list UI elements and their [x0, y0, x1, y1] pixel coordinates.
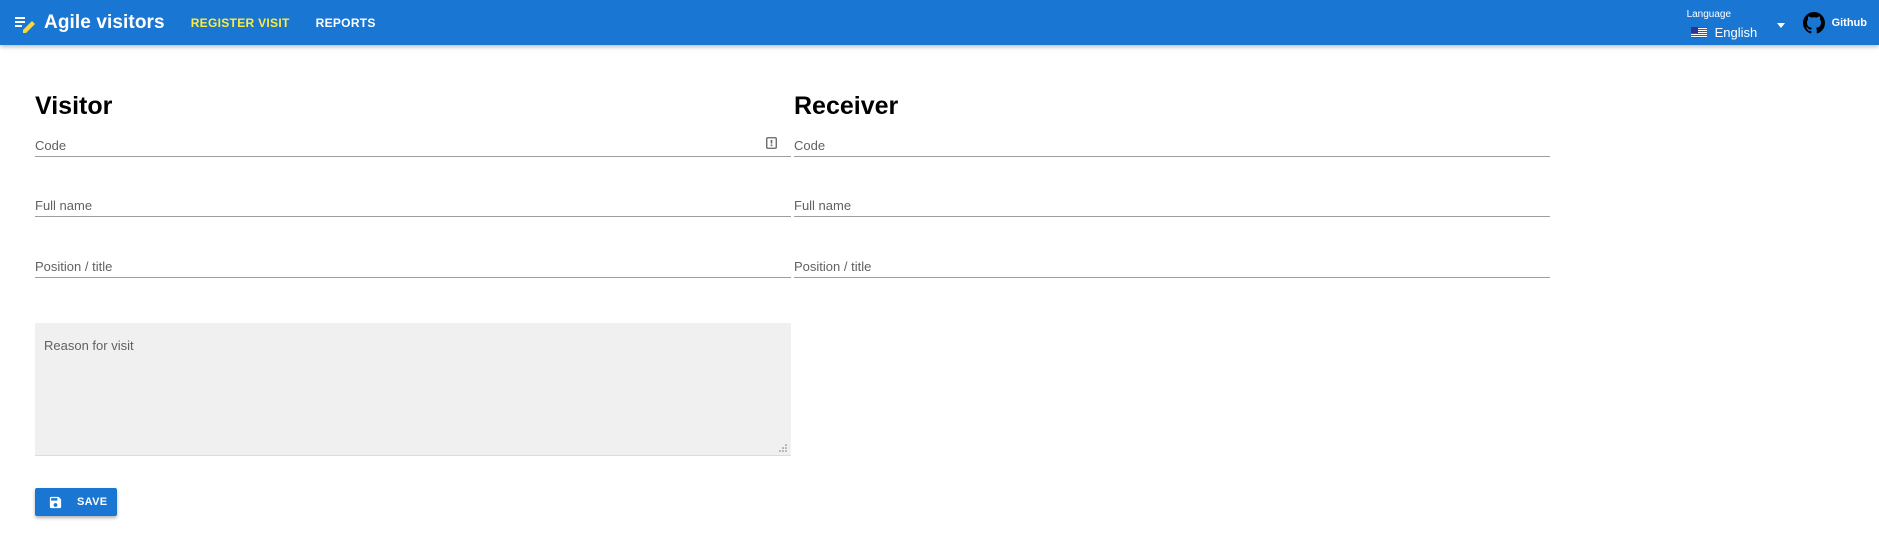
receiver-code-label: Code: [794, 138, 826, 153]
visitor-full-name-label: Full name: [35, 198, 93, 213]
receiver-position-label: Position / title: [794, 259, 872, 274]
app-title: Agile visitors: [44, 11, 165, 33]
chevron-down-icon: [1776, 22, 1785, 28]
us-flag-icon: [1690, 26, 1707, 38]
visitor-position-field[interactable]: Position / title: [35, 255, 791, 278]
app-bar: Agile visitors REGISTER VISIT REPORTS La…: [0, 0, 1879, 45]
badge-icon[interactable]: [766, 137, 777, 149]
github-link[interactable]: Github: [1802, 11, 1867, 34]
language-select[interactable]: Language English: [1687, 5, 1785, 41]
language-value: English: [1690, 24, 1758, 40]
tab-reports[interactable]: REPORTS: [304, 16, 388, 30]
visitor-code-field[interactable]: Code: [35, 134, 791, 157]
github-icon: [1802, 11, 1825, 33]
save-button[interactable]: SAVE: [35, 488, 117, 516]
receiver-full-name-label: Full name: [794, 198, 852, 213]
receiver-code-field[interactable]: Code: [794, 134, 1550, 157]
resize-handle-icon[interactable]: [778, 443, 787, 452]
list-edit-icon: [15, 16, 35, 33]
save-icon: [49, 496, 62, 508]
visitor-title: Visitor: [35, 92, 113, 120]
visitor-position-label: Position / title: [35, 259, 113, 274]
github-label: Github: [1831, 16, 1867, 29]
receiver-full-name-field[interactable]: Full name: [794, 194, 1550, 217]
reason-for-visit-textarea[interactable]: Reason for visit: [35, 323, 791, 456]
language-name: English: [1714, 24, 1758, 40]
language-label: Language: [1686, 8, 1732, 20]
reason-for-visit-label: Reason for visit: [44, 338, 134, 353]
receiver-title: Receiver: [794, 92, 899, 120]
visitor-full-name-field[interactable]: Full name: [35, 194, 791, 217]
brand[interactable]: Agile visitors: [14, 12, 165, 34]
tab-register-visit[interactable]: REGISTER VISIT: [179, 16, 302, 30]
receiver-position-field[interactable]: Position / title: [794, 255, 1550, 278]
visitor-code-label: Code: [35, 138, 67, 153]
save-label: SAVE: [77, 496, 108, 508]
